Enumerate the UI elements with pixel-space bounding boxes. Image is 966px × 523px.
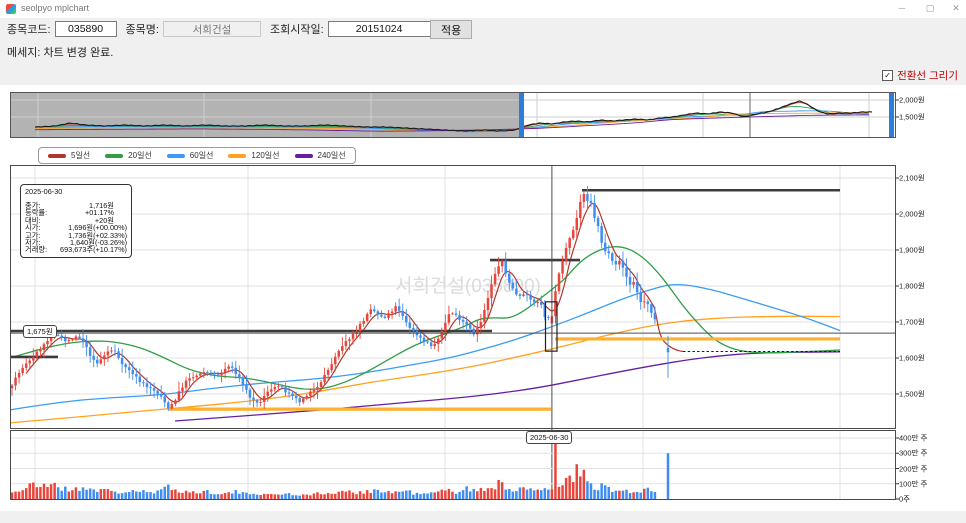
price-crosshair-label: 1,675원 <box>23 325 57 338</box>
legend-label: 120일선 <box>251 151 280 160</box>
legend-item-3: 120일선 <box>228 150 280 161</box>
info-rows: 종가: 1,716원 등락률: +01.17% 대비: +20원 시가: 1,696원(+00… <box>25 202 127 254</box>
overview-tick-0: 2,000원 <box>899 95 925 105</box>
chart-canvas[interactable] <box>0 0 966 523</box>
info-row-6: 거래량: 693,673주(+10.17%) <box>25 245 127 255</box>
legend-swatch-icon <box>294 153 313 158</box>
legend-label: 60일선 <box>189 151 214 160</box>
price-tick-5: 1,600원 <box>899 353 925 363</box>
price-tick-1: 2,000원 <box>899 209 925 219</box>
ma-legend: 5일선 20일선 60일선 120일선 240일선 <box>38 147 356 164</box>
legend-swatch-icon <box>48 153 66 158</box>
overview-tick-1: 1,500원 <box>899 112 925 122</box>
app-window: seolpyo mplchart ─ ▢ ✕ 종목코드:종목명:조회시작일: 적… <box>0 0 966 523</box>
price-tick-2: 1,900원 <box>899 245 925 255</box>
legend-item-2: 60일선 <box>166 150 214 161</box>
legend-swatch-icon <box>166 153 185 158</box>
legend-label: 20일선 <box>128 151 152 160</box>
price-tick-0: 2,100원 <box>899 173 925 183</box>
volume-tick-3: 100만 주 <box>899 479 928 489</box>
legend-item-0: 5일선 <box>48 150 90 161</box>
ohlc-info-box: 2025-06-30 종가: 1,716원 등락률: +01.17% 대비: +20원 시가… <box>20 184 132 258</box>
price-tick-6: 1,500원 <box>899 389 925 399</box>
legend-swatch-icon <box>105 153 124 158</box>
legend-swatch-icon <box>228 153 247 158</box>
date-crosshair-label: 2025-06-30 <box>526 431 573 444</box>
legend-item-4: 240일선 <box>294 150 346 161</box>
legend-label: 240일선 <box>317 151 346 160</box>
volume-tick-0: 400만 주 <box>899 433 928 443</box>
legend-label: 5일선 <box>71 151 91 160</box>
info-date: 2025-06-30 <box>25 187 63 196</box>
volume-tick-2: 200만 주 <box>899 464 928 473</box>
legend-item-1: 20일선 <box>105 150 152 161</box>
price-tick-4: 1,700원 <box>899 317 925 327</box>
price-tick-3: 1,800원 <box>899 281 925 291</box>
volume-tick-4: 0주 <box>899 494 911 504</box>
volume-tick-1: 300만 주 <box>899 448 928 458</box>
